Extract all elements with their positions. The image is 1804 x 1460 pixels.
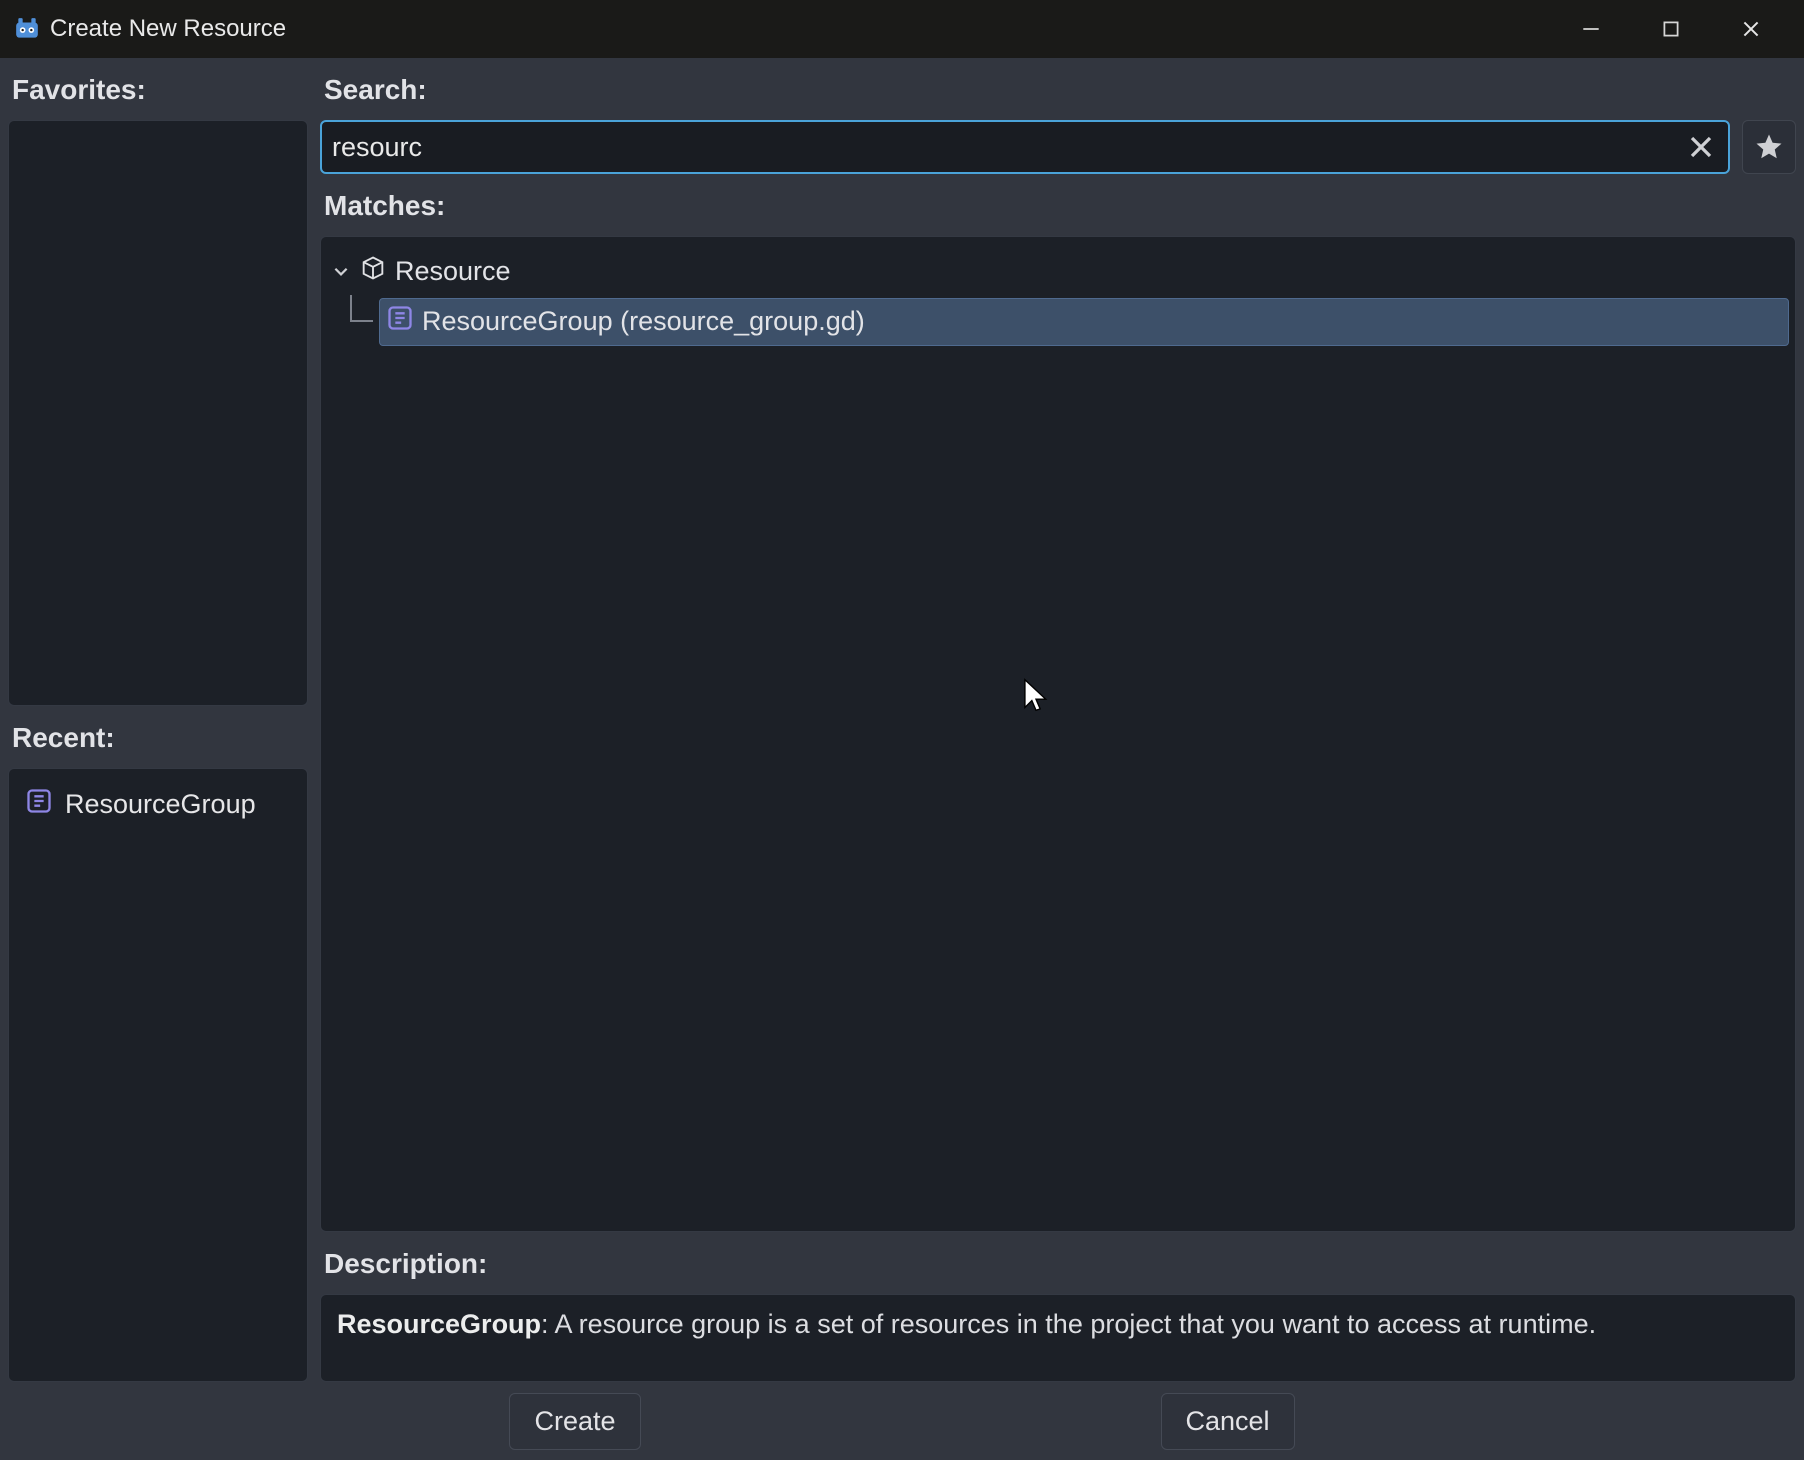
tree-row-label: Resource bbox=[395, 256, 511, 287]
script-icon bbox=[25, 787, 53, 822]
description-body: : A resource group is a set of resources… bbox=[541, 1309, 1596, 1339]
dialog-buttons: Create Cancel bbox=[0, 1382, 1804, 1460]
matches-label: Matches: bbox=[320, 184, 1796, 226]
favorites-panel[interactable] bbox=[8, 120, 308, 706]
dialog-window: Create New Resource Favorites: Recent: bbox=[0, 0, 1804, 1460]
recent-panel[interactable]: ResourceGroup bbox=[8, 768, 308, 1382]
tree-row-label: ResourceGroup (resource_group.gd) bbox=[422, 306, 865, 337]
favorites-label: Favorites: bbox=[8, 68, 308, 110]
tree-elbow-icon bbox=[343, 295, 377, 348]
clear-search-button[interactable] bbox=[1684, 130, 1718, 164]
cursor-icon bbox=[1021, 677, 1051, 720]
search-label: Search: bbox=[320, 68, 1796, 110]
window-title: Create New Resource bbox=[50, 15, 286, 43]
recent-item[interactable]: ResourceGroup bbox=[15, 779, 301, 830]
app-icon bbox=[14, 16, 40, 42]
tree-row-resourcegroup[interactable]: ResourceGroup (resource_group.gd) bbox=[379, 298, 1789, 346]
close-button[interactable] bbox=[1716, 7, 1786, 51]
maximize-button[interactable] bbox=[1636, 7, 1706, 51]
minimize-button[interactable] bbox=[1556, 7, 1626, 51]
script-icon bbox=[386, 304, 414, 339]
recent-label: Recent: bbox=[8, 716, 308, 758]
search-input[interactable] bbox=[332, 132, 1684, 163]
tree-row-resource[interactable]: Resource bbox=[327, 247, 1789, 295]
favorite-toggle-button[interactable] bbox=[1742, 120, 1796, 174]
description-panel: ResourceGroup: A resource group is a set… bbox=[320, 1294, 1796, 1382]
titlebar: Create New Resource bbox=[0, 0, 1804, 58]
description-label: Description: bbox=[320, 1242, 1796, 1284]
chevron-down-icon[interactable] bbox=[331, 262, 351, 280]
resource-icon bbox=[359, 254, 387, 289]
cancel-button[interactable]: Cancel bbox=[1161, 1393, 1295, 1450]
create-button[interactable]: Create bbox=[509, 1393, 640, 1450]
search-field-wrap bbox=[320, 120, 1730, 174]
matches-panel[interactable]: Resource bbox=[320, 236, 1796, 1232]
description-title: ResourceGroup bbox=[337, 1309, 541, 1339]
recent-item-label: ResourceGroup bbox=[65, 789, 256, 820]
